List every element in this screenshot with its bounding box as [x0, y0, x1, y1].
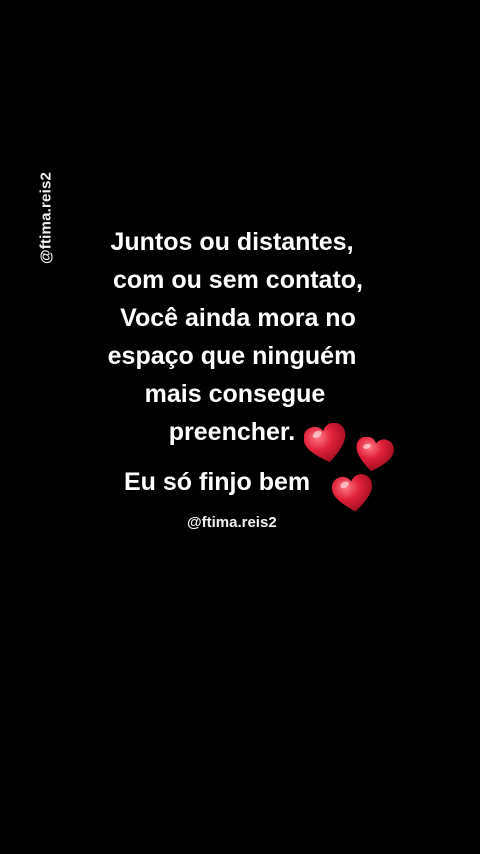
quote-line: mais consegue — [144, 380, 326, 408]
story-canvas: @ftima.reis2 Juntos ou distantes, com ou… — [0, 0, 480, 854]
quote-line: Você ainda mora no — [120, 304, 356, 332]
quote-line: com ou sem contato, — [112, 266, 364, 294]
quote-text: Juntos ou distantes, com ou sem contato,… — [0, 223, 464, 451]
quote-line: espaço que ninguém — [107, 342, 357, 370]
heart-icon — [304, 423, 346, 463]
heart-icon — [356, 437, 394, 472]
quote-line: Juntos ou distantes, — [110, 228, 354, 256]
closing-line: Eu só finjo bem — [124, 468, 311, 496]
heart-icon — [332, 474, 372, 512]
bottom-watermark: @ftima.reis2 — [187, 514, 277, 531]
quote-line: preencher. — [168, 418, 296, 446]
